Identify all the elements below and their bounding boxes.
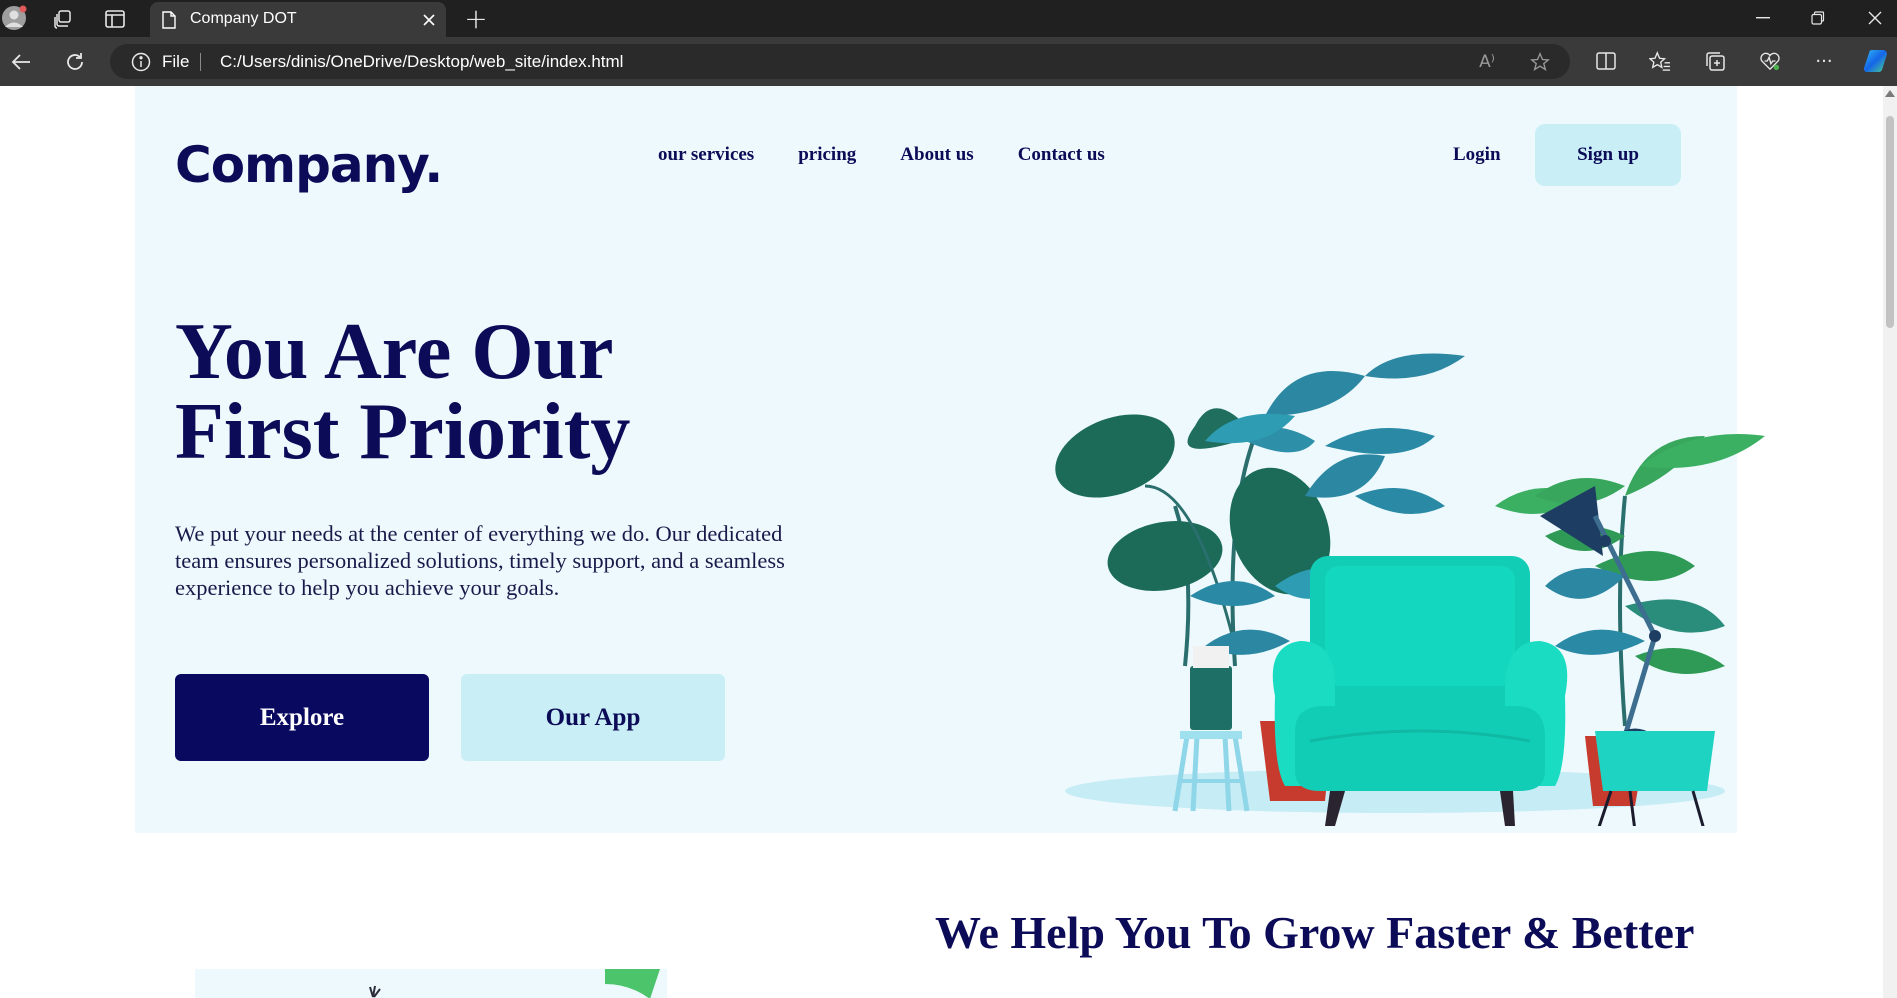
info-icon[interactable] — [130, 51, 152, 73]
page-document-icon — [160, 10, 178, 30]
close-window-icon[interactable] — [1860, 4, 1890, 32]
hero-title-line-1: You Are Our — [175, 308, 614, 396]
scroll-up-arrow-icon[interactable] — [1885, 90, 1895, 97]
address-scheme-label: File — [162, 52, 190, 71]
copilot-icon[interactable] — [1862, 46, 1892, 76]
back-arrow-icon[interactable] — [6, 47, 36, 77]
browser-essentials-icon[interactable] — [1756, 47, 1784, 75]
armchair — [1272, 556, 1568, 826]
main-nav: our services pricing About us Contact us — [658, 144, 1105, 166]
section-title: We Help You To Grow Faster & Better — [935, 907, 1695, 958]
restore-icon[interactable] — [1803, 4, 1833, 32]
browser-tab-bar: Company DOT + — [0, 0, 1897, 37]
browser-toolbar: File C:/Users/dinis/OneDrive/Desktop/web… — [0, 37, 1897, 86]
page-scrollbar[interactable] — [1883, 86, 1897, 998]
hero-description: We put your needs at the center of every… — [175, 521, 785, 600]
scrollbar-thumb[interactable] — [1886, 116, 1894, 328]
profile-avatar-icon[interactable] — [0, 4, 28, 32]
company-logo[interactable]: Company. — [175, 136, 443, 194]
workspaces-icon[interactable] — [50, 6, 76, 32]
active-tab[interactable]: Company DOT — [150, 2, 446, 37]
close-tab-icon[interactable] — [420, 11, 438, 29]
login-link[interactable]: Login — [1453, 144, 1501, 166]
tab-title: Company DOT — [190, 10, 297, 27]
hero-title-line-2: First Priority — [175, 388, 631, 476]
address-bar[interactable]: File C:/Users/dinis/OneDrive/Desktop/web… — [110, 44, 1570, 79]
growth-illustration — [195, 969, 667, 998]
explore-button[interactable]: Explore — [175, 674, 429, 761]
nav-link-pricing[interactable]: pricing — [798, 144, 856, 166]
refresh-icon[interactable] — [60, 47, 90, 77]
nav-link-services[interactable]: our services — [658, 144, 754, 166]
favorite-star-icon[interactable] — [1528, 50, 1552, 74]
nav-link-contact[interactable]: Contact us — [1018, 144, 1105, 166]
minimize-icon[interactable] — [1748, 4, 1778, 32]
our-app-button[interactable]: Our App — [461, 674, 725, 761]
page-viewport: Company. our services pricing About us C… — [0, 86, 1883, 998]
new-tab-button[interactable]: + — [462, 2, 490, 35]
signup-button[interactable]: Sign up — [1535, 124, 1681, 186]
hero-illustration-armchair-plants — [1055, 353, 1765, 826]
hero-title: You Are Our First Priority — [175, 312, 735, 472]
split-screen-icon[interactable] — [1592, 47, 1620, 75]
hero-section: Company. our services pricing About us C… — [135, 86, 1765, 833]
favorites-icon[interactable] — [1646, 47, 1674, 75]
more-options-icon[interactable]: ··· — [1810, 47, 1838, 75]
read-aloud-icon[interactable]: A⁾ — [1475, 50, 1499, 74]
address-separator — [200, 53, 201, 71]
collections-icon[interactable] — [1701, 47, 1729, 75]
vertical-tabs-icon[interactable] — [102, 6, 128, 32]
address-url[interactable]: C:/Users/dinis/OneDrive/Desktop/web_site… — [220, 52, 623, 72]
nav-link-about[interactable]: About us — [900, 144, 973, 166]
